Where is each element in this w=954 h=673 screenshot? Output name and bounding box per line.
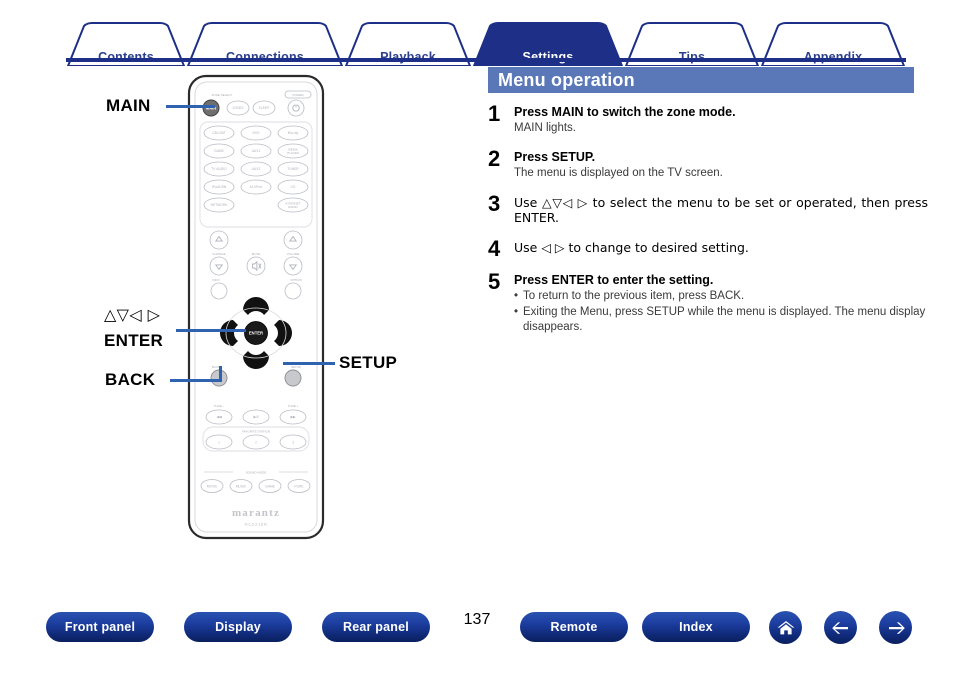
svg-text:RADIO: RADIO <box>288 205 298 209</box>
step-4: 4 Use ◁ ▷ to change to desired setting. <box>488 236 928 261</box>
step-number: 5 <box>488 269 501 294</box>
svg-text:TUNER: TUNER <box>287 167 299 171</box>
step-title: Use △▽◁ ▷ to select the menu to be set o… <box>514 195 928 225</box>
page-number: 137 <box>463 611 491 628</box>
step-title: Press ENTER to enter the setting. <box>514 273 714 287</box>
step-3: 3 Use △▽◁ ▷ to select the menu to be set… <box>488 191 928 226</box>
svg-text:ENTER: ENTER <box>249 330 263 335</box>
svg-text:NETWORK: NETWORK <box>211 203 229 207</box>
home-icon[interactable] <box>769 611 802 644</box>
step-number: 3 <box>488 191 501 216</box>
step-2: 2 Press SETUP. The menu is displayed on … <box>488 146 928 181</box>
step-title: Press SETUP. <box>514 150 596 164</box>
svg-text:SOUND MODE: SOUND MODE <box>246 471 267 475</box>
step-number: 4 <box>488 236 501 261</box>
svg-text:POWER: POWER <box>292 93 304 97</box>
leader-line-setup <box>283 362 335 365</box>
svg-text:DVD: DVD <box>253 131 261 135</box>
svg-text:TUNE –: TUNE – <box>214 404 225 408</box>
svg-text:MUTE: MUTE <box>252 252 261 256</box>
svg-text:iPod/USB: iPod/USB <box>212 185 227 189</box>
svg-text:ZONE2: ZONE2 <box>233 106 244 110</box>
svg-text:PURE: PURE <box>294 484 304 488</box>
leader-line-back-v <box>219 366 222 381</box>
arrow-left-icon[interactable] <box>824 611 857 644</box>
step-subtext: MAIN lights. <box>514 122 576 134</box>
svg-text:TUNE +: TUNE + <box>288 404 299 408</box>
leader-line-back-h <box>170 379 222 382</box>
instruction-steps: 1 Press MAIN to switch the zone mode. MA… <box>488 101 928 349</box>
step-bullet-list: To return to the previous item, press BA… <box>514 289 928 336</box>
svg-text:CH/PAGE: CH/PAGE <box>212 252 225 256</box>
svg-text:CBL/SAT: CBL/SAT <box>212 131 226 135</box>
step-5: 5 Press ENTER to enter the setting. To r… <box>488 269 928 336</box>
svg-text:TV AUDIO: TV AUDIO <box>211 167 227 171</box>
svg-text:GAME: GAME <box>265 484 276 488</box>
page-root: Contents Connections Playback Settings T… <box>0 0 954 673</box>
svg-text:FAVORITE STATION: FAVORITE STATION <box>242 430 270 434</box>
tab-bar-rule <box>66 58 906 62</box>
step-1: 1 Press MAIN to switch the zone mode. MA… <box>488 101 928 136</box>
step-bullet: Exiting the Menu, press SETUP while the … <box>514 305 928 336</box>
step-number: 2 <box>488 146 501 171</box>
leader-line-cursor-enter <box>176 329 246 332</box>
remote-control-illustration: .bt { fill:#ffffff; stroke:#b9bcc4; stro… <box>186 72 326 542</box>
remote-model: RC0218R <box>245 522 268 527</box>
svg-text:◀◀: ◀◀ <box>216 415 222 419</box>
footer-button-index[interactable]: Index <box>642 612 750 642</box>
footer-button-remote[interactable]: Remote <box>520 612 628 642</box>
svg-text:PLAYER: PLAYER <box>287 151 299 155</box>
svg-text:▶/Ⅱ: ▶/Ⅱ <box>253 415 258 419</box>
step-subtext: The menu is displayed on the TV screen. <box>514 167 723 179</box>
svg-text:CD: CD <box>291 185 296 189</box>
step-number: 1 <box>488 101 501 126</box>
svg-text:▶▶: ▶▶ <box>290 415 296 419</box>
footer-button-rear-panel[interactable]: Rear panel <box>322 612 430 642</box>
svg-text:1: 1 <box>218 440 220 444</box>
step-title: Use ◁ ▷ to change to desired setting. <box>514 240 749 255</box>
remote-setup-label: SETUP <box>291 365 301 369</box>
callout-cursor-label: △▽◁ ▷ <box>104 305 161 324</box>
leader-line-main <box>166 105 215 108</box>
svg-text:INFO: INFO <box>212 278 220 282</box>
svg-text:AUX1: AUX1 <box>252 149 261 153</box>
step-bullet: To return to the previous item, press BA… <box>514 289 928 305</box>
page-title: Menu operation <box>488 67 914 93</box>
remote-zone-select-label: ZONE SELECT <box>212 93 233 97</box>
svg-text:M-XPort: M-XPort <box>250 185 262 189</box>
callout-enter-label: ENTER <box>104 331 164 350</box>
svg-text:Blu-ray: Blu-ray <box>288 131 299 135</box>
remote-brand: marantz <box>232 507 280 519</box>
callout-main-label: MAIN <box>106 96 151 115</box>
svg-text:AUX2: AUX2 <box>252 167 261 171</box>
svg-text:VOLUME: VOLUME <box>287 252 300 256</box>
callout-setup-label: SETUP <box>339 353 398 372</box>
svg-text:SLEEP: SLEEP <box>259 106 270 110</box>
callout-back-label: BACK <box>105 370 156 389</box>
step-title: Press MAIN to switch the zone mode. <box>514 105 736 119</box>
svg-text:GAME: GAME <box>214 149 225 153</box>
footer-button-front-panel[interactable]: Front panel <box>46 612 154 642</box>
svg-text:OPTION: OPTION <box>290 278 302 282</box>
svg-text:2: 2 <box>255 440 257 444</box>
footer-button-display[interactable]: Display <box>184 612 292 642</box>
arrow-right-icon[interactable] <box>879 611 912 644</box>
svg-text:3: 3 <box>292 440 294 444</box>
svg-text:MUSIC: MUSIC <box>236 484 247 488</box>
svg-text:MOVIE: MOVIE <box>207 484 218 488</box>
